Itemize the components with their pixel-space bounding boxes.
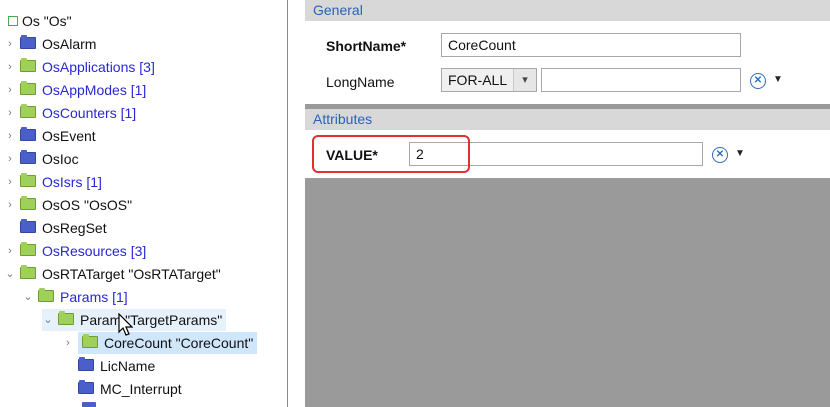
tree-item-osioc[interactable]: › OsIoc (4, 148, 79, 170)
folder-icon (78, 357, 94, 371)
tree-item-osevent[interactable]: › OsEvent (4, 125, 96, 147)
tree-item-label: OsEvent (42, 128, 96, 144)
tree-item-osresources[interactable]: › OsResources [3] (4, 240, 146, 262)
folder-icon-partial (82, 402, 96, 407)
tree-item-osapplications[interactable]: › OsApplications [3] (4, 56, 155, 78)
tree-item-label: Param "TargetParams" (80, 312, 223, 328)
section-header-general[interactable]: General (305, 0, 830, 21)
folder-icon (20, 81, 36, 95)
reset-value-icon[interactable]: ✕ (712, 147, 728, 163)
folder-icon (82, 334, 98, 348)
tree-item-label: LicName (100, 358, 156, 374)
tree-item-params[interactable]: ⌄ Params [1] (22, 286, 128, 308)
folder-icon (78, 380, 94, 394)
language-select-value: FOR-ALL (448, 72, 508, 88)
chevron-right-icon[interactable]: › (62, 332, 74, 354)
folder-icon (20, 127, 36, 141)
tree-item-label: OsAppModes [1] (42, 82, 147, 98)
chevron-right-icon[interactable]: › (4, 148, 16, 170)
tree-item-oscounters[interactable]: › OsCounters [1] (4, 102, 136, 124)
tree-item-osalarm[interactable]: › OsAlarm (4, 33, 96, 55)
longname-input[interactable] (541, 68, 741, 92)
tree-item-osos[interactable]: › OsOS "OsOS" (4, 194, 132, 216)
shortname-label: ShortName* (326, 38, 407, 54)
general-section-body: ShortName* CoreCount LongName FOR-ALL ▾ … (305, 21, 830, 104)
tree-item-osappmodes[interactable]: › OsAppModes [1] (4, 79, 146, 101)
chevron-right-icon[interactable]: › (4, 240, 16, 262)
chevron-down-icon[interactable]: ▾ (513, 69, 536, 91)
properties-panel: General ShortName* CoreCount LongName FO… (305, 0, 830, 407)
longname-language-select[interactable]: FOR-ALL ▾ (441, 68, 537, 92)
folder-icon (20, 242, 36, 256)
tree-item-label: OsApplications [3] (42, 59, 155, 75)
chevron-right-icon[interactable]: › (4, 79, 16, 101)
section-header-attributes[interactable]: Attributes (305, 109, 830, 130)
folder-icon (20, 173, 36, 187)
tree-root-os[interactable]: Os "Os" (4, 10, 72, 32)
tree-item-osisrs[interactable]: › OsIsrs [1] (4, 171, 102, 193)
chevron-right-icon[interactable]: › (4, 33, 16, 55)
folder-icon (20, 58, 36, 72)
chevron-right-icon[interactable]: › (4, 125, 16, 147)
dropdown-triangle-icon[interactable]: ▼ (773, 74, 783, 85)
chevron-right-icon[interactable]: › (4, 194, 16, 216)
longname-label: LongName (326, 74, 395, 90)
tree-root-label: Os "Os" (22, 13, 72, 29)
folder-icon (58, 311, 74, 325)
tree-item-corecount[interactable]: › CoreCount "CoreCount" (62, 332, 258, 354)
chevron-down-icon[interactable]: ⌄ (42, 309, 54, 331)
reset-value-icon[interactable]: ✕ (750, 73, 766, 89)
tree-item-osregset[interactable]: OsRegSet (4, 217, 107, 239)
mouse-cursor-icon (118, 313, 134, 336)
outline-tree[interactable]: Os "Os" › OsAlarm › OsApplications [3] ›… (0, 0, 288, 407)
tree-item-param-targetparams[interactable]: ⌄ Param "TargetParams" (42, 309, 227, 331)
tree-item-label: OsIsrs [1] (42, 174, 102, 190)
folder-icon (20, 104, 36, 118)
folder-icon (20, 219, 36, 233)
tree-item-label: OsRTATarget "OsRTATarget" (42, 266, 221, 282)
chevron-right-icon[interactable]: › (4, 171, 16, 193)
tree-item-label: OsCounters [1] (42, 105, 137, 121)
tree-item-mc-interrupt[interactable]: MC_Interrupt (62, 378, 182, 400)
folder-icon (38, 288, 54, 302)
empty-editor-area (305, 178, 830, 407)
tree-item-licname[interactable]: LicName (62, 355, 155, 377)
chevron-down-icon[interactable]: ⌄ (4, 263, 16, 285)
root-node-icon (8, 16, 18, 26)
red-highlight-annotation (312, 135, 470, 173)
chevron-right-icon[interactable]: › (4, 56, 16, 78)
tree-item-label: OsOS "OsOS" (42, 197, 133, 213)
tree-item-label: OsResources [3] (42, 243, 147, 259)
tree-item-label: Params [1] (60, 289, 128, 305)
attributes-section-body: VALUE* 2 ✕ ▼ (305, 130, 830, 178)
tree-item-label: OsIoc (42, 151, 79, 167)
dropdown-triangle-icon[interactable]: ▼ (735, 148, 745, 159)
folder-icon (20, 196, 36, 210)
tree-item-osrtatarget[interactable]: ⌄ OsRTATarget "OsRTATarget" (4, 263, 221, 285)
folder-icon (20, 265, 36, 279)
tree-item-label: OsAlarm (42, 36, 97, 52)
selection-highlight: CoreCount "CoreCount" (78, 332, 258, 354)
folder-icon (20, 150, 36, 164)
chevron-right-icon[interactable]: › (4, 102, 16, 124)
tree-item-label: OsRegSet (42, 220, 107, 236)
chevron-down-icon[interactable]: ⌄ (22, 286, 34, 308)
shortname-input[interactable]: CoreCount (441, 33, 741, 57)
folder-icon (20, 35, 36, 49)
tree-item-label: MC_Interrupt (100, 381, 182, 397)
